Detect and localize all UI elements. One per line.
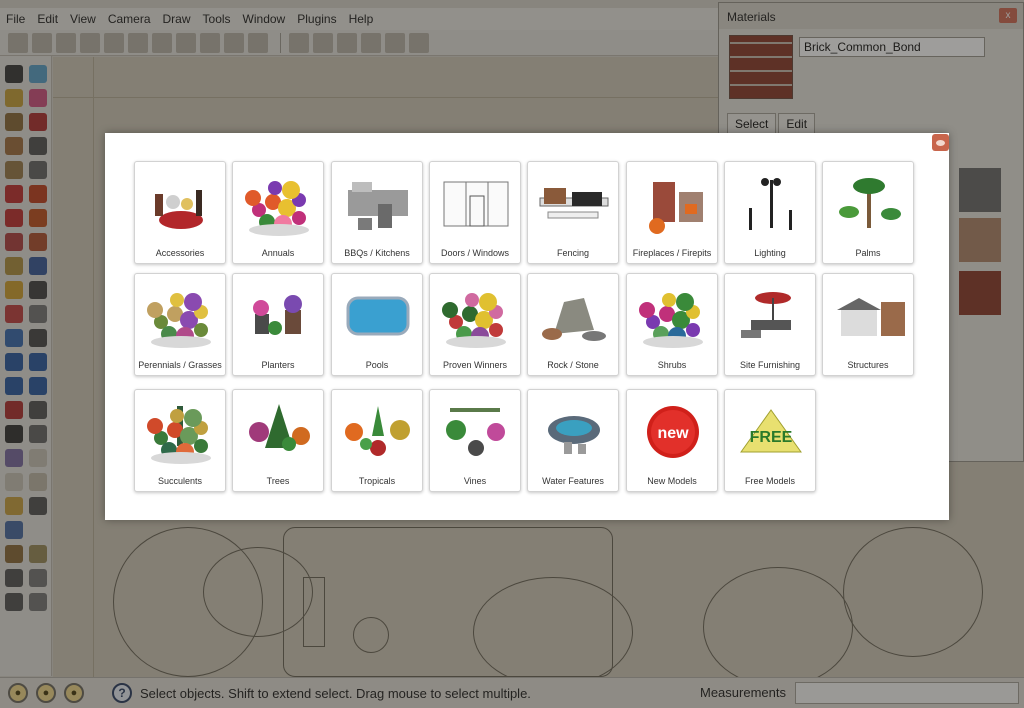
svg-text:new: new — [657, 425, 689, 442]
category-tile[interactable]: BBQs / Kitchens — [331, 161, 423, 264]
vines-icon — [436, 396, 516, 470]
category-tile[interactable]: Trees — [232, 389, 324, 492]
category-tile[interactable]: Tropicals — [331, 389, 423, 492]
accessories-icon — [141, 168, 221, 242]
new-badge-icon: new — [633, 396, 713, 470]
category-label: Site Furnishing — [739, 360, 801, 370]
category-tile[interactable]: Doors / Windows — [429, 161, 521, 264]
category-label: Planters — [261, 360, 295, 370]
category-label: BBQs / Kitchens — [344, 248, 410, 258]
category-label: Annuals — [261, 248, 295, 258]
category-tile[interactable]: Water Features — [527, 389, 619, 492]
category-label: Perennials / Grasses — [138, 360, 222, 370]
category-tile[interactable]: Palms — [822, 161, 914, 264]
trees-icon — [239, 396, 319, 470]
category-tile[interactable]: Vines — [429, 389, 521, 492]
proven-winners-icon — [436, 280, 516, 354]
perennials-icon — [141, 280, 221, 354]
category-label: Succulents — [157, 476, 203, 486]
annuals-icon — [239, 168, 319, 242]
tropicals-icon — [338, 396, 418, 470]
category-tile[interactable]: Proven Winners — [429, 273, 521, 376]
model-library-dialog: Accessories Annuals BBQs / Kitchens Doors /… — [105, 133, 949, 520]
category-tile[interactable]: Fireplaces / Firepits — [626, 161, 718, 264]
category-tile[interactable]: Lighting — [724, 161, 816, 264]
category-label: Lighting — [754, 248, 786, 258]
category-tile[interactable]: Perennials / Grasses — [134, 273, 226, 376]
category-label: Vines — [463, 476, 487, 486]
category-tile[interactable]: Succulents — [134, 389, 226, 492]
category-tile[interactable]: Shrubs — [626, 273, 718, 376]
svg-text:FREE: FREE — [750, 429, 793, 446]
category-tile[interactable]: Site Furnishing — [724, 273, 816, 376]
close-icon[interactable] — [932, 134, 949, 151]
lighting-icon — [731, 168, 811, 242]
category-label: Free Models — [744, 476, 796, 486]
category-label: Water Features — [542, 476, 604, 486]
water-features-icon — [534, 396, 614, 470]
category-tile[interactable]: Rock / Stone — [527, 273, 619, 376]
category-label: Palms — [855, 248, 881, 258]
palms-icon — [829, 168, 909, 242]
category-tile[interactable]: Planters — [232, 273, 324, 376]
category-label: Fencing — [556, 248, 590, 258]
shrubs-icon — [633, 280, 713, 354]
category-label: Pools — [365, 360, 389, 370]
category-tile[interactable]: Pools — [331, 273, 423, 376]
bbq-kitchen-icon — [338, 168, 418, 242]
category-tile[interactable]: FREE Free Models — [724, 389, 816, 492]
rock-stone-icon — [534, 280, 614, 354]
category-tile[interactable]: Fencing — [527, 161, 619, 264]
free-sign-icon: FREE — [731, 396, 811, 470]
category-label: Rock / Stone — [547, 360, 599, 370]
pool-icon — [338, 280, 418, 354]
category-tile[interactable]: Accessories — [134, 161, 226, 264]
succulents-icon — [141, 396, 221, 470]
category-tile[interactable]: Structures — [822, 273, 914, 376]
category-label: Doors / Windows — [440, 248, 510, 258]
planters-icon — [239, 280, 319, 354]
category-label: Fireplaces / Firepits — [632, 248, 712, 258]
fencing-icon — [534, 168, 614, 242]
category-tile[interactable]: Annuals — [232, 161, 324, 264]
category-label: Structures — [847, 360, 889, 370]
category-label: Tropicals — [358, 476, 396, 486]
category-label: Trees — [266, 476, 290, 486]
category-label: Proven Winners — [442, 360, 508, 370]
category-label: Shrubs — [657, 360, 687, 370]
category-tile[interactable]: new New Models — [626, 389, 718, 492]
structures-icon — [829, 280, 909, 354]
category-label: New Models — [647, 476, 697, 486]
category-label: Accessories — [155, 248, 205, 258]
fireplace-icon — [633, 168, 713, 242]
site-furnishing-icon — [731, 280, 811, 354]
doors-windows-icon — [436, 168, 516, 242]
